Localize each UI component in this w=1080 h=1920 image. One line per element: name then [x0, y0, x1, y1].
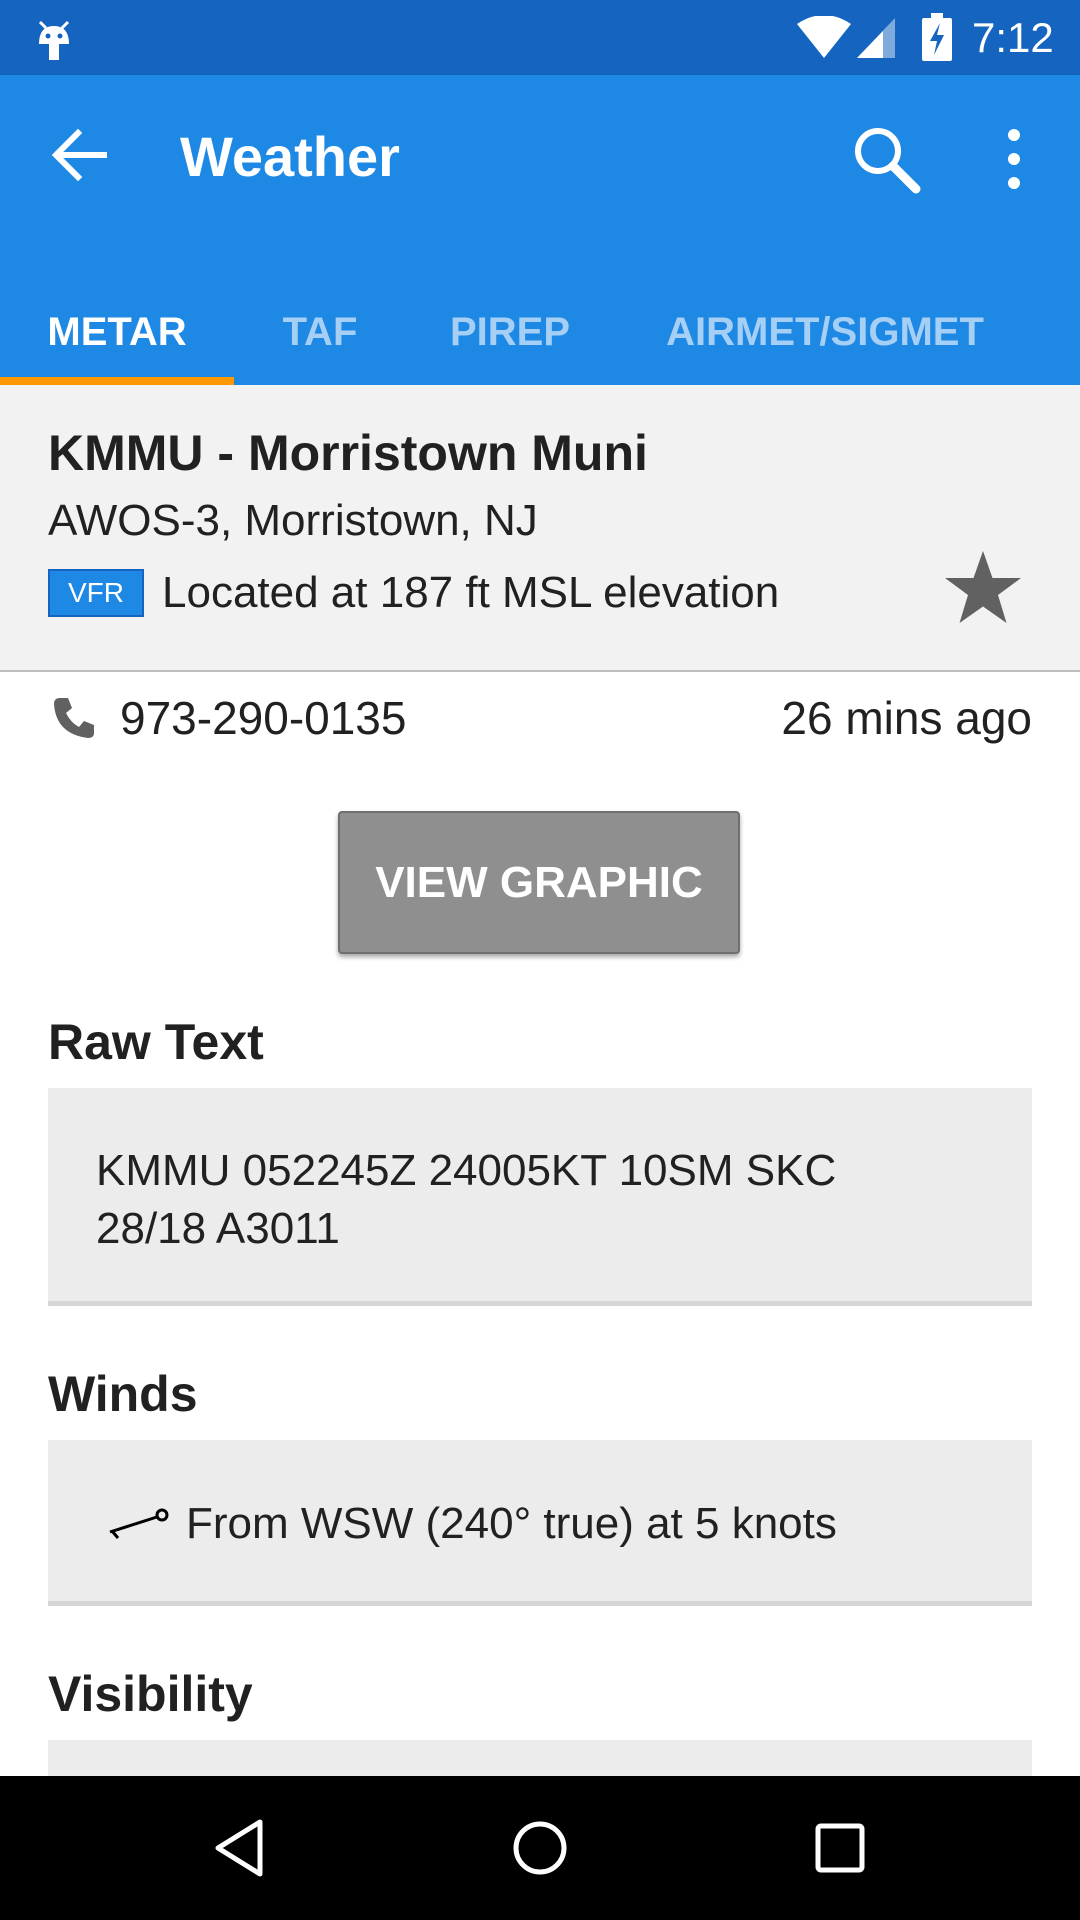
winds-box: From WSW (240° true) at 5 knots	[48, 1440, 1032, 1606]
page-title: Weather	[180, 125, 400, 188]
raw-text-box: KMMU 052245Z 24005KT 10SM SKC 28/18 A301…	[48, 1088, 1032, 1306]
battery-charging-icon	[922, 13, 952, 61]
tab-metar[interactable]: METAR	[0, 273, 234, 385]
nav-back-icon[interactable]	[208, 1816, 272, 1880]
tab-taf[interactable]: TAF	[250, 273, 390, 385]
nav-recents-icon[interactable]	[808, 1816, 872, 1880]
raw-text-heading: Raw Text	[48, 1014, 264, 1070]
tab-pirep[interactable]: PIREP	[430, 273, 590, 385]
airport-subtitle: AWOS-3, Morristown, NJ	[48, 496, 538, 545]
view-graphic-button[interactable]: VIEW GRAPHIC	[338, 811, 740, 954]
winds-heading: Winds	[48, 1366, 198, 1422]
tab-bar: METAR TAF PIREP AIRMET/SIGMET	[0, 273, 1080, 385]
app-bar: Weather METAR TAF PIREP AIRMET/SIGMET	[0, 75, 1080, 385]
status-bar: 7:12	[0, 0, 1080, 75]
airport-header: KMMU - Morristown Muni AWOS-3, Morristow…	[0, 385, 1080, 672]
updated-time: 26 mins ago	[781, 692, 1032, 744]
airport-name: KMMU - Morristown Muni	[48, 425, 648, 481]
elevation-text: Located at 187 ft MSL elevation	[162, 568, 780, 617]
android-debug-icon	[38, 20, 70, 60]
system-nav-bar	[0, 1776, 1080, 1920]
winds-text: From WSW (240° true) at 5 knots	[186, 1499, 837, 1548]
raw-metar-line-2: 28/18 A3011	[96, 1204, 340, 1253]
raw-metar-line-1: KMMU 052245Z 24005KT 10SM SKC	[96, 1146, 837, 1195]
visibility-box	[48, 1740, 1032, 1776]
tab-indicator	[0, 377, 234, 385]
wind-barb-icon	[109, 1508, 169, 1539]
status-time: 7:12	[972, 14, 1054, 61]
phone-number[interactable]: 973-290-0135	[120, 690, 406, 746]
star-icon[interactable]	[942, 547, 1024, 629]
cell-signal-icon	[857, 18, 895, 58]
wifi-icon	[797, 16, 851, 58]
flight-category-badge: VFR	[48, 569, 144, 617]
more-vert-icon[interactable]	[1000, 127, 1028, 191]
back-arrow-icon[interactable]	[50, 127, 110, 183]
nav-home-icon[interactable]	[508, 1816, 572, 1880]
phone-icon[interactable]	[50, 694, 98, 742]
tab-airmet-sigmet[interactable]: AIRMET/SIGMET	[640, 273, 1010, 385]
raw-metar-text: KMMU 052245Z 24005KT 10SM SKC 28/18 A301…	[96, 1142, 996, 1258]
search-icon[interactable]	[850, 123, 922, 195]
visibility-heading: Visibility	[48, 1666, 253, 1722]
